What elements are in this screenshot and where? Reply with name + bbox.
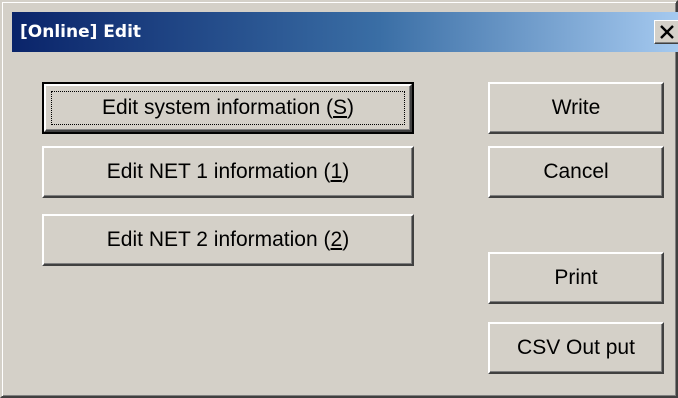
edit-system-information-label: Edit system information (S) — [101, 96, 355, 119]
title-bar[interactable]: [Online] Edit — [12, 12, 678, 52]
cancel-button[interactable]: Cancel — [488, 146, 664, 198]
csv-output-button[interactable]: CSV Out put — [488, 322, 664, 374]
edit-net2-information-button[interactable]: Edit NET 2 information (2) — [42, 214, 414, 266]
write-button[interactable]: Write — [488, 82, 664, 134]
edit-net1-information-label: Edit NET 1 information (1) — [106, 160, 350, 183]
edit-system-information-button[interactable]: Edit system information (S) — [42, 82, 414, 134]
window-title: [Online] Edit — [20, 22, 142, 42]
mnemonic-2: 2 — [330, 228, 343, 251]
edit-net2-information-label: Edit NET 2 information (2) — [106, 228, 350, 251]
csv-output-label: CSV Out put — [517, 336, 635, 359]
edit-net1-information-button[interactable]: Edit NET 1 information (1) — [42, 146, 414, 198]
mnemonic-1: 1 — [330, 160, 343, 183]
write-label: Write — [551, 96, 601, 119]
cancel-label: Cancel — [543, 160, 609, 183]
mnemonic-s: S — [333, 96, 348, 119]
close-icon — [660, 25, 674, 39]
print-label: Print — [554, 266, 598, 289]
edit-dialog: [Online] Edit Edit system information (S… — [0, 0, 678, 398]
close-button[interactable] — [654, 20, 678, 44]
print-button[interactable]: Print — [488, 252, 664, 304]
